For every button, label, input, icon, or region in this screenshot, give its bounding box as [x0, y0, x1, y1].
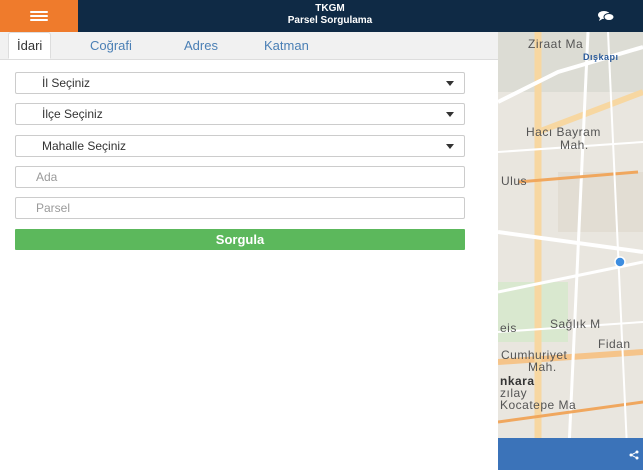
app-title: TKGM Parsel Sorgulama [200, 3, 460, 27]
hamburger-icon [30, 11, 48, 21]
tab-adres[interactable]: Adres [176, 32, 226, 59]
map-label-fidan: Fidan [598, 337, 631, 351]
map-label-mah-2: Mah. [528, 360, 557, 374]
map-label-ziraat: Ziraat Ma [528, 37, 584, 51]
map-footer-bar [498, 438, 643, 470]
top-bar: TKGM Parsel Sorgulama [0, 0, 643, 32]
tab-idari[interactable]: İdari [8, 32, 52, 59]
tab-cografi[interactable]: Coğrafi [82, 32, 140, 59]
block-input[interactable]: Ada [15, 166, 465, 188]
tab-katman[interactable]: Katman [256, 32, 317, 59]
district-select-value: İlçe Seçiniz [42, 107, 103, 121]
title-line-1: TKGM [315, 3, 345, 14]
title-line-2: Parsel Sorgulama [287, 15, 373, 26]
map-label-eis: eis [500, 321, 517, 335]
parcel-input[interactable]: Parsel [15, 197, 465, 219]
search-panel: İdari Coğrafi Adres Katman İl Seçiniz İl… [0, 32, 498, 470]
neighborhood-select[interactable]: Mahalle Seçiniz [15, 135, 465, 157]
province-select[interactable]: İl Seçiniz [15, 72, 465, 94]
province-select-value: İl Seçiniz [42, 76, 91, 90]
caret-down-icon [446, 144, 454, 149]
district-select[interactable]: İlçe Seçiniz [15, 103, 465, 125]
query-button[interactable]: Sorgula [15, 229, 465, 250]
caret-down-icon [446, 112, 454, 117]
map-label-ulus: Ulus [501, 174, 528, 188]
map-label-haci-bayram: Hacı Bayram [526, 125, 601, 139]
chat-icon[interactable] [597, 10, 615, 22]
map-label-mah-1: Mah. [560, 138, 589, 152]
map-label-saglik: Sağlık M [550, 317, 601, 331]
block-input-placeholder: Ada [36, 170, 58, 184]
menu-button[interactable] [0, 0, 78, 32]
map-label-diskapi: Dışkapı [583, 52, 619, 62]
caret-down-icon [446, 81, 454, 86]
map-label-kocatepe: Kocatepe Ma [500, 398, 577, 412]
tab-bar: İdari Coğrafi Adres Katman [0, 32, 498, 60]
parcel-input-placeholder: Parsel [36, 201, 71, 215]
neighborhood-select-value: Mahalle Seçiniz [42, 139, 127, 153]
map-view[interactable]: Ziraat Ma Dışkapı Hacı Bayram Mah. Ulus … [498, 32, 643, 470]
share-icon[interactable] [629, 450, 639, 460]
